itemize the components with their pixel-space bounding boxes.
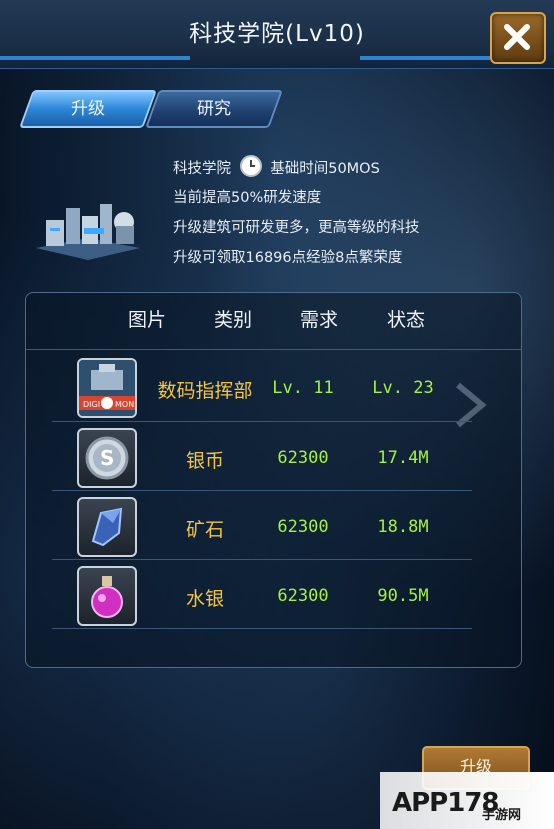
chevron-right-icon xyxy=(456,382,487,428)
row-1-status: Lv. 23 xyxy=(372,378,434,398)
row-2-name: 银币 xyxy=(185,450,224,472)
info-speed: 当前提高50%研发速度 xyxy=(173,190,322,206)
info-unlock: 升级建筑可研发更多，更高等级的科技 xyxy=(173,220,420,236)
ore-crystal-icon xyxy=(77,497,137,557)
svg-text:DIGI: DIGI xyxy=(83,400,100,409)
svg-text:S: S xyxy=(100,446,114,470)
info-time: 基础时间50MOS xyxy=(270,161,380,177)
header-need: 需求 xyxy=(299,309,338,331)
page-title: 科技学院(Lv10) xyxy=(189,21,365,47)
building-image xyxy=(36,204,140,260)
row-4-status: 90.5M xyxy=(377,586,429,606)
row-divider xyxy=(52,628,472,629)
silver-coin-icon: S xyxy=(77,428,137,488)
header-category: 类别 xyxy=(213,309,252,331)
row-1-need: Lv. 11 xyxy=(272,378,334,398)
row-1-name: 数码指挥部 xyxy=(157,380,253,402)
header-status: 状态 xyxy=(386,309,425,331)
row-3-need: 62300 xyxy=(277,517,329,537)
row-divider xyxy=(52,490,472,491)
digimon-command-icon: DIGI MON xyxy=(77,358,137,418)
mercury-potion-icon xyxy=(77,566,137,626)
info-base-time: 科技学院 基础时间50MOS xyxy=(173,155,380,178)
row-4-name: 水银 xyxy=(185,588,224,610)
row-4-need: 62300 xyxy=(277,586,329,606)
info-reward: 升级可领取16896点经验8点繁荣度 xyxy=(173,250,403,266)
row-divider xyxy=(52,559,472,560)
clock-icon xyxy=(239,155,262,177)
row-3-name: 矿石 xyxy=(185,519,224,541)
tab-upgrade[interactable]: 升级 xyxy=(19,90,157,128)
info-building-name: 科技学院 xyxy=(173,161,231,177)
header-image: 图片 xyxy=(127,309,166,331)
row-3-status: 18.8M xyxy=(377,517,429,537)
tab-research[interactable]: 研究 xyxy=(145,90,283,128)
row-2-status: 17.4M xyxy=(377,448,429,468)
watermark-sub: 手游网 xyxy=(482,808,522,823)
close-icon xyxy=(504,24,530,50)
row-divider xyxy=(52,421,472,422)
close-button[interactable] xyxy=(490,12,546,64)
svg-text:MON: MON xyxy=(115,400,134,409)
tab-research-label: 研究 xyxy=(197,99,231,119)
table-header: 图片 类别 需求 状态 xyxy=(26,293,521,350)
row-2-need: 62300 xyxy=(277,448,329,468)
tab-upgrade-label: 升级 xyxy=(71,99,105,119)
